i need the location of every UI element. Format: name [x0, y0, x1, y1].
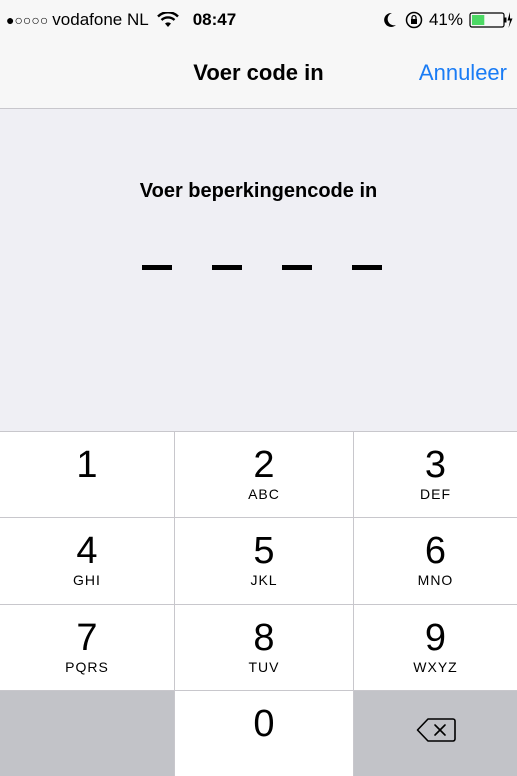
signal-strength-indicator: ●○○○○ [6, 12, 49, 28]
key-digit: 3 [424, 444, 447, 486]
key-letters: ABC [248, 486, 280, 502]
backspace-button[interactable] [354, 691, 517, 776]
key-digit: 8 [253, 617, 275, 659]
key-letters: GHI [73, 572, 101, 588]
navigation-bar: Voer code in Annuleer [0, 40, 517, 109]
key-letters: JKL [250, 572, 278, 588]
status-bar: ●○○○○ vodafone NL 08:47 41% [0, 0, 517, 40]
key-5[interactable]: 5 JKL [175, 518, 353, 604]
charging-icon [507, 12, 513, 28]
key-3[interactable]: 3 DEF [354, 432, 517, 517]
key-digit: 9 [424, 617, 447, 659]
key-letters: TUV [248, 659, 280, 675]
rotation-lock-icon [405, 11, 423, 29]
key-7[interactable]: 7 PQRS [0, 605, 174, 690]
key-letters: WXYZ [413, 659, 458, 675]
key-letters: DEF [420, 486, 451, 502]
passcode-digit-placeholder [212, 265, 242, 270]
cancel-button[interactable]: Annuleer [419, 60, 507, 86]
key-6[interactable]: 6 MNO [354, 518, 517, 604]
key-4[interactable]: 4 GHI [0, 518, 174, 604]
key-digit: 2 [253, 444, 275, 486]
battery-percentage: 41% [428, 10, 463, 29]
passcode-digit-placeholder [282, 265, 312, 270]
key-letters: PQRS [65, 659, 109, 675]
key-1[interactable]: 1 [0, 432, 174, 517]
key-2[interactable]: 2 ABC [175, 432, 353, 517]
status-left: ●○○○○ vodafone NL 08:47 [6, 10, 236, 30]
key-digit: 4 [76, 530, 98, 572]
key-digit: 1 [76, 444, 98, 486]
key-digit: 6 [424, 530, 447, 572]
passcode-field[interactable] [142, 265, 382, 271]
key-digit: 0 [253, 703, 275, 745]
status-time: 08:47 [192, 10, 237, 29]
key-letters: MNO [417, 572, 454, 588]
keypad-blank-key [0, 691, 174, 776]
status-right: 41% [383, 10, 513, 30]
key-9[interactable]: 9 WXYZ [354, 605, 517, 690]
wifi-icon [156, 12, 179, 27]
passcode-prompt: Voer beperkingencode in [139, 180, 378, 202]
carrier-name: vodafone NL [52, 10, 149, 29]
battery-icon [469, 12, 513, 28]
passcode-digit-placeholder [352, 265, 382, 270]
key-digit: 7 [76, 617, 98, 659]
key-8[interactable]: 8 TUV [175, 605, 353, 690]
numeric-keypad: 1 2 ABC 3 DEF 4 GHI 5 JKL 6 MNO 7 PQRS 8… [0, 431, 517, 776]
passcode-digit-placeholder [142, 265, 172, 270]
key-digit: 5 [253, 530, 275, 572]
key-0[interactable]: 0 [175, 691, 353, 776]
moon-icon [384, 12, 396, 27]
backspace-icon [416, 718, 456, 742]
